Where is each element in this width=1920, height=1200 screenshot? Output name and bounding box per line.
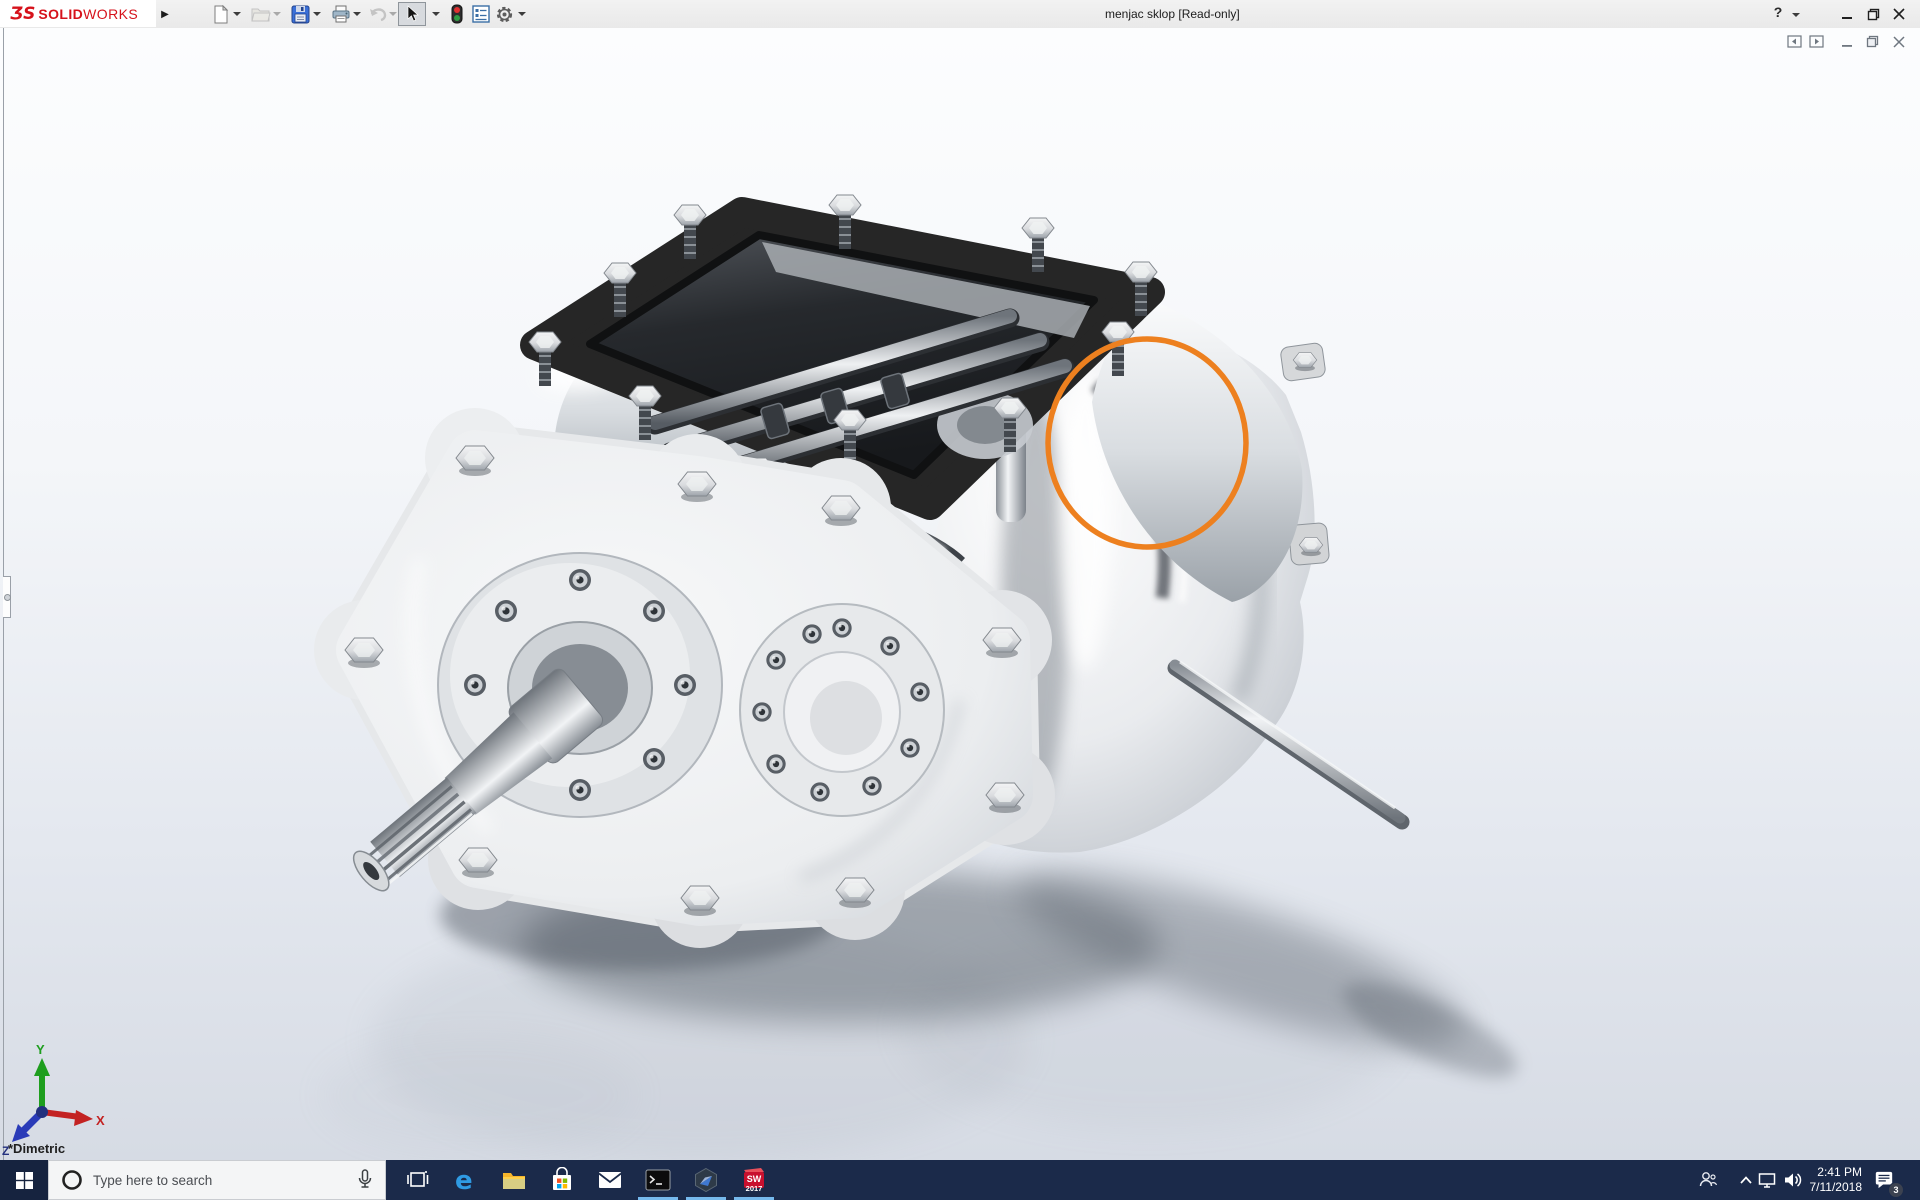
svg-text:2017: 2017	[746, 1184, 763, 1193]
stoplight-icon	[451, 4, 463, 24]
select-tool-button[interactable]	[398, 2, 426, 26]
rebuild-stoplight-button[interactable]	[446, 3, 467, 25]
document-properties-button[interactable]	[470, 3, 491, 25]
gearbox-3d-model[interactable]: Y X Z	[0, 28, 1920, 1160]
new-document-button[interactable]	[210, 3, 231, 25]
logo-text-bold: SOLID	[38, 6, 83, 22]
start-button[interactable]	[0, 1160, 48, 1200]
options-gear-button[interactable]	[494, 3, 515, 25]
clock-time: 2:41 PM	[1796, 1165, 1862, 1180]
open-folder-icon	[251, 5, 271, 23]
undo-arrow-icon	[368, 5, 388, 23]
view-orientation-label: *Dimetric	[8, 1141, 65, 1156]
svg-text:SW: SW	[747, 1174, 762, 1184]
select-cursor-icon	[404, 5, 420, 23]
tray-people-icon[interactable]	[1698, 1170, 1718, 1190]
close-icon	[1893, 8, 1905, 20]
taskbar-command-prompt[interactable]	[634, 1160, 682, 1200]
taskbar-3d-viewer[interactable]	[682, 1160, 730, 1200]
taskbar-search[interactable]	[48, 1160, 386, 1200]
help-button[interactable]: ?	[1770, 4, 1786, 24]
save-dropdown[interactable]	[313, 12, 321, 16]
windows-logo-icon	[16, 1172, 33, 1189]
triad-y-label: Y	[36, 1042, 45, 1057]
command-prompt-icon	[645, 1168, 671, 1192]
solidworks-logo: ƷS SOLID WORKS	[0, 0, 156, 27]
triad-x-label: X	[96, 1113, 105, 1128]
solidworks-window: ƷS SOLID WORKS ▶	[0, 0, 1920, 1200]
open-document-button[interactable]	[250, 3, 271, 25]
save-button[interactable]	[290, 3, 311, 25]
taskbar-mail[interactable]	[586, 1160, 634, 1200]
taskbar-task-view[interactable]	[394, 1160, 442, 1200]
tray-clock[interactable]: 2:41 PM 7/11/2018	[1796, 1165, 1862, 1195]
minimize-button[interactable]	[1838, 6, 1856, 22]
solidworks-2017-icon: SW 2017	[741, 1166, 767, 1194]
new-document-icon	[212, 5, 230, 24]
graphics-area[interactable]: Y X Z *Dimetric	[0, 28, 1920, 1160]
gear-icon	[495, 5, 514, 24]
save-floppy-icon	[291, 5, 310, 24]
tray-network-icon[interactable]	[1757, 1170, 1777, 1190]
select-tool-dropdown[interactable]	[432, 12, 440, 16]
new-document-dropdown[interactable]	[233, 12, 241, 16]
close-button[interactable]	[1890, 6, 1908, 22]
printer-icon	[331, 5, 351, 24]
ds-logo-mark: ƷS	[10, 4, 35, 24]
search-input[interactable]	[91, 1172, 357, 1189]
logo-text-light: WORKS	[83, 6, 138, 22]
svg-text:e: e	[455, 1166, 473, 1194]
window-title: menjac sklop [Read-only]	[1105, 7, 1240, 21]
edge-icon: e	[452, 1166, 480, 1194]
menu-flyout-arrow[interactable]: ▶	[158, 5, 172, 23]
mail-icon	[597, 1169, 623, 1191]
help-dropdown[interactable]	[1792, 13, 1800, 17]
restore-button[interactable]	[1864, 6, 1882, 22]
taskbar-store[interactable]	[538, 1160, 586, 1200]
options-dropdown[interactable]	[518, 12, 526, 16]
restore-icon	[1867, 8, 1880, 21]
taskbar-file-explorer[interactable]	[490, 1160, 538, 1200]
undo-dropdown[interactable]	[389, 12, 397, 16]
title-bar: ƷS SOLID WORKS ▶	[0, 0, 1920, 29]
task-view-icon	[406, 1168, 430, 1192]
microphone-icon	[357, 1169, 373, 1191]
document-properties-icon	[472, 5, 490, 23]
taskbar-edge[interactable]: e	[442, 1160, 490, 1200]
open-document-dropdown[interactable]	[273, 12, 281, 16]
notification-badge: 3	[1888, 1182, 1904, 1198]
tray-hidden-icons-chevron[interactable]	[1736, 1170, 1756, 1190]
print-button[interactable]	[330, 3, 351, 25]
microsoft-store-icon	[549, 1167, 575, 1193]
undo-button[interactable]	[367, 3, 388, 25]
file-explorer-icon	[501, 1168, 527, 1192]
print-dropdown[interactable]	[353, 12, 361, 16]
viewer-3d-icon	[693, 1167, 719, 1193]
clock-date: 7/11/2018	[1796, 1180, 1862, 1195]
taskbar-solidworks[interactable]: SW 2017	[730, 1160, 778, 1200]
windows-taskbar: e	[0, 1160, 1920, 1200]
secondary-boss	[740, 604, 944, 816]
minimize-icon	[1841, 8, 1853, 20]
cortana-icon	[61, 1169, 83, 1191]
